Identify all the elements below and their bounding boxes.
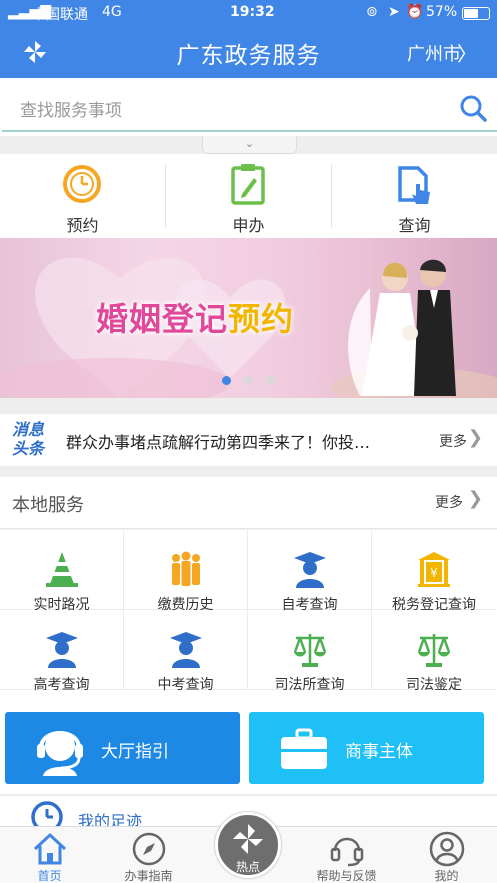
tab-hot[interactable]: 热点 (215, 812, 281, 878)
news-headline[interactable]: 群众办事堵点疏解行动第四季来了！你投… (66, 429, 370, 453)
tab-home[interactable]: 首页 (0, 827, 99, 883)
button-label: 大厅指引 (101, 742, 169, 762)
banner-text-main: 婚姻登记 (96, 300, 229, 338)
service-judicial-appraisal[interactable]: 司法鉴定 (372, 610, 496, 693)
banner-text-highlight: 预约 (228, 300, 295, 338)
document-touch-icon (398, 166, 430, 204)
headset-icon (330, 837, 364, 867)
quick-action-label: 申办 (232, 216, 265, 235)
carousel-dot[interactable] (244, 376, 253, 385)
search-bar-container: 查找服务事项 (0, 78, 497, 136)
quick-actions: 预约 申办 查询 (0, 154, 497, 238)
tab-label: 我的 (434, 869, 459, 883)
pinwheel-icon (233, 824, 263, 854)
news-tag-line: 消息 (12, 420, 45, 439)
traffic-cone-icon (46, 552, 78, 587)
news-tag-line: 头条 (12, 439, 45, 458)
business-entity-button[interactable]: 商事主体 (249, 712, 484, 784)
chevron-right-icon[interactable]: ❯ (468, 488, 483, 509)
expand-toggle[interactable]: ⌄ (202, 136, 297, 154)
user-icon (429, 831, 465, 867)
tab-guide[interactable]: 办事指南 (99, 827, 198, 883)
home-icon (33, 832, 67, 865)
clock-refresh-icon (63, 165, 101, 203)
search-input[interactable]: 查找服务事项 (2, 82, 497, 132)
compass-icon (132, 832, 166, 866)
headset-agent-icon (37, 731, 83, 776)
quick-action-query[interactable]: 查询 (332, 154, 497, 238)
feature-buttons: 大厅指引 商事主体 (0, 702, 497, 794)
service-self-exam[interactable]: 自考查询 (248, 530, 372, 613)
tab-label: 首页 (37, 869, 62, 883)
tab-help-feedback[interactable]: 帮助与反馈 (297, 827, 396, 883)
banner-headline: 婚姻登记预约 (96, 294, 294, 340)
local-services-more-link[interactable]: 更多 (435, 492, 463, 512)
chevron-right-icon[interactable]: ❯ (468, 427, 483, 448)
news-ticker[interactable]: 消息 头条 群众办事堵点疏解行动第四季来了！你投… 更多 ❯ (0, 414, 497, 466)
service-tax-registration[interactable]: ¥ 税务登记查询 (372, 530, 496, 613)
svg-text:¥: ¥ (430, 566, 438, 580)
battery-label: 57% (426, 4, 458, 20)
search-icon[interactable] (459, 94, 487, 122)
hall-guide-button[interactable]: 大厅指引 (5, 712, 240, 784)
service-label: 司法所查询 (274, 677, 345, 693)
quick-action-label: 预约 (66, 216, 99, 235)
service-judicial-office[interactable]: 司法所查询 (248, 610, 372, 693)
people-group-icon (172, 551, 200, 586)
tab-label: 办事指南 (124, 869, 173, 883)
graduate-icon (294, 552, 326, 588)
briefcase-icon (281, 728, 327, 769)
lock-rotation-icon: ⊚ (366, 4, 378, 20)
graduate-icon (170, 632, 202, 668)
quick-action-reserve[interactable]: 预约 (0, 154, 165, 238)
local-services-grid: 实时路况 缴费历史 自考查询 ¥ 税务登记查询 高考查询 中考查询 司法所查询 … (0, 530, 497, 702)
chevron-down-icon: ⌄ (244, 137, 255, 150)
button-label: 商事主体 (345, 742, 413, 762)
quick-action-label: 查询 (398, 216, 431, 235)
alarm-icon: ⏰ (406, 4, 424, 20)
graduate-icon (46, 632, 78, 668)
search-placeholder: 查找服务事项 (20, 101, 122, 121)
local-services-header: 本地服务 更多 ❯ (0, 477, 497, 529)
news-tag-logo: 消息 头条 (12, 420, 52, 458)
section-title: 本地服务 (12, 495, 84, 516)
service-zhongkao[interactable]: 中考查询 (124, 610, 248, 693)
service-label: 高考查询 (33, 677, 90, 693)
carousel-dot[interactable] (266, 376, 275, 385)
status-bar: ▂▃▅▇ 中国联通 4G 19:32 ⊚ ➤ ⏰ 57% (0, 0, 497, 26)
news-more-link[interactable]: 更多 (439, 431, 467, 451)
tab-mine[interactable]: 我的 (397, 827, 496, 883)
carousel-dot-active[interactable] (222, 376, 231, 385)
service-label: 中考查询 (157, 677, 214, 693)
tab-label: 热点 (235, 860, 260, 874)
carrier-label: 中国联通 (32, 7, 88, 23)
app-header: 广东政务服务 广州市 〉 (0, 26, 497, 78)
quick-action-apply[interactable]: 申办 (166, 154, 331, 238)
service-traffic[interactable]: 实时路况 (0, 530, 124, 613)
app-root: ▂▃▅▇ 中国联通 4G 19:32 ⊚ ➤ ⏰ 57% 广东政务服务 广州市 … (0, 0, 497, 883)
tax-building-icon: ¥ (418, 552, 450, 587)
service-payment-history[interactable]: 缴费历史 (124, 530, 248, 613)
clipboard-edit-icon (231, 164, 265, 205)
promo-banner[interactable]: 婚姻登记预约 (0, 238, 497, 398)
city-chevron-icon[interactable]: 〉 (457, 38, 477, 67)
city-selector[interactable]: 广州市 (407, 40, 461, 66)
location-icon: ➤ (388, 4, 400, 20)
network-label: 4G (102, 4, 122, 20)
service-label: 司法鉴定 (406, 677, 462, 693)
battery-icon (462, 7, 490, 20)
scales-icon (417, 634, 451, 667)
scales-icon (293, 634, 327, 667)
time-label: 19:32 (230, 4, 275, 20)
tab-label: 帮助与反馈 (316, 869, 377, 883)
service-gaokao[interactable]: 高考查询 (0, 610, 124, 693)
